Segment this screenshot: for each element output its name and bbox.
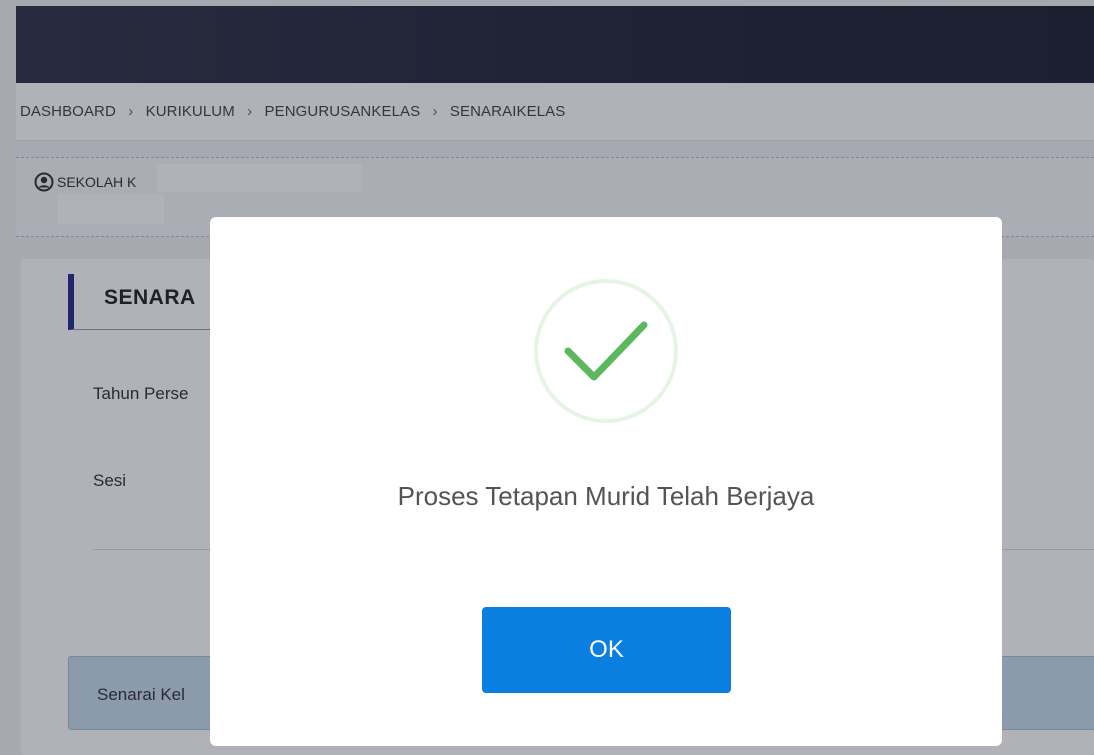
success-check-icon — [534, 279, 678, 423]
ok-button[interactable]: OK — [482, 607, 731, 693]
success-dialog: Proses Tetapan Murid Telah Berjaya OK — [210, 217, 1002, 746]
success-message: Proses Tetapan Murid Telah Berjaya — [397, 481, 815, 511]
